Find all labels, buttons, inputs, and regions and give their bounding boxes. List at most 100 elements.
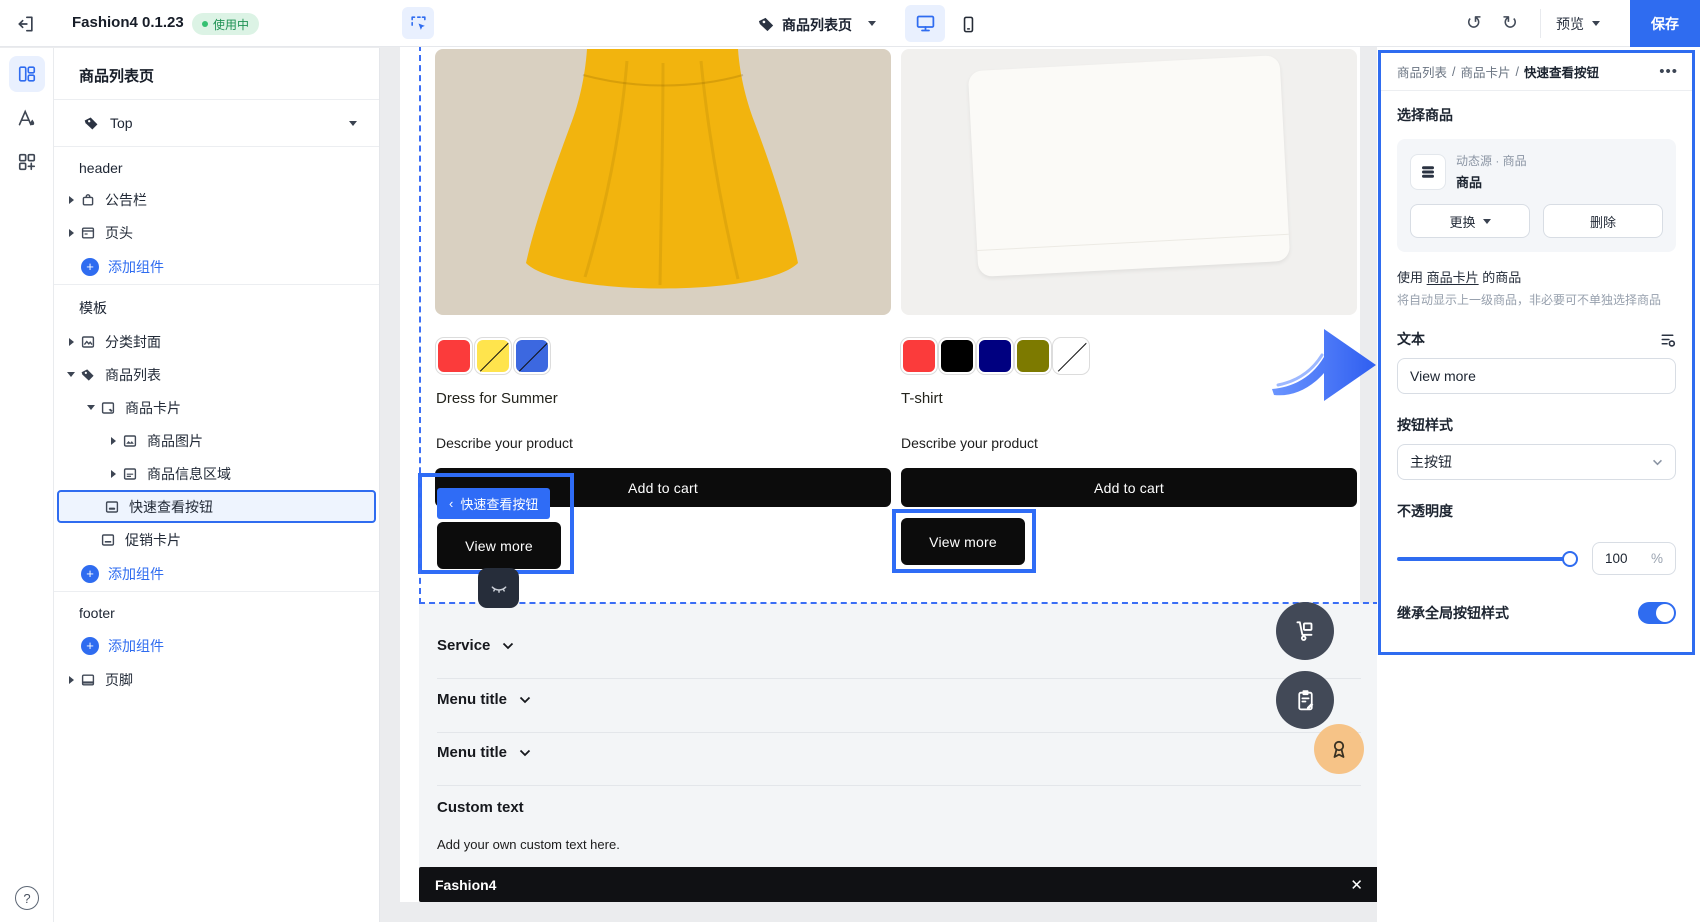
add-to-cart-button[interactable]: Add to cart — [901, 468, 1357, 507]
footer-menu-row[interactable]: Menu title — [437, 691, 531, 708]
selected-component-label: ‹ 快速查看按钮 — [437, 488, 551, 519]
color-swatch[interactable] — [435, 337, 473, 375]
announcement-icon — [80, 192, 96, 208]
preview-canvas: Dress for Summer T-shirt Describe your p… — [381, 45, 1379, 922]
add-component-template-button[interactable]: + 添加组件 — [54, 556, 379, 591]
expand-caret-icon[interactable] — [110, 469, 116, 478]
color-swatch-soldout[interactable] — [513, 337, 551, 375]
hide-component-button[interactable] — [478, 568, 519, 608]
exit-editor-button[interactable] — [12, 10, 40, 38]
footer-menu-row[interactable]: Service — [437, 637, 514, 654]
product-image-dress[interactable] — [435, 49, 891, 315]
product-description: Describe your product — [901, 435, 1038, 451]
mobile-icon — [959, 15, 978, 34]
feedback-float-button[interactable] — [1276, 671, 1334, 729]
typography-theme-icon — [16, 108, 37, 129]
collapse-caret-icon[interactable] — [67, 372, 75, 377]
product-source-card: 动态源 · 商品 商品 更换 删除 — [1397, 139, 1676, 252]
sidebar-item-category-cover[interactable]: 分类封面 — [54, 325, 379, 358]
clipboard-edit-icon — [1293, 688, 1318, 713]
redo-icon: ↻ — [1502, 12, 1518, 34]
inherit-global-style-toggle[interactable] — [1638, 602, 1676, 624]
delivery-float-button[interactable] — [1276, 602, 1334, 660]
opacity-unit: % — [1650, 551, 1663, 566]
panel-title: 商品列表页 — [79, 68, 155, 85]
delete-product-button[interactable]: 删除 — [1543, 204, 1663, 238]
sidebar-item-page-footer[interactable]: 页脚 — [54, 663, 379, 696]
view-more-button[interactable]: View more — [901, 518, 1025, 565]
product-card-link[interactable]: 商品卡片 — [1427, 270, 1479, 285]
sidebar-item-page-header[interactable]: 页头 — [54, 216, 379, 249]
more-options-button[interactable]: ••• — [1659, 63, 1678, 80]
preview-button[interactable]: 预览 — [1556, 0, 1600, 47]
product-info-icon — [122, 466, 138, 482]
sidebar-item-product-list[interactable]: 商品列表 — [54, 358, 379, 391]
opacity-slider[interactable] — [1397, 550, 1578, 567]
preview-caret-icon — [1592, 21, 1600, 26]
expand-caret-icon[interactable] — [68, 675, 74, 684]
sections-tab[interactable] — [8, 56, 45, 92]
sidebar-item-product-card[interactable]: 商品卡片 — [54, 391, 379, 424]
save-button[interactable]: 保存 — [1630, 0, 1700, 47]
theme-styles-tab[interactable] — [9, 100, 45, 136]
top-template-selector[interactable]: Top — [54, 100, 379, 146]
group-label-footer: footer — [79, 605, 115, 621]
chevron-down-icon — [519, 696, 531, 704]
sections-icon — [17, 64, 37, 84]
add-component-footer-button[interactable]: + 添加组件 — [54, 628, 379, 663]
redo-button[interactable]: ↻ — [1496, 9, 1524, 37]
desktop-view-button[interactable] — [905, 5, 945, 42]
expand-caret-icon[interactable] — [68, 228, 74, 237]
promo-card-icon — [100, 532, 116, 548]
divider — [437, 732, 1361, 733]
color-swatch[interactable] — [938, 337, 976, 375]
footer-menu-row[interactable]: Menu title — [437, 744, 531, 761]
collapse-caret-icon[interactable] — [87, 405, 95, 410]
product-image-tshirt[interactable] — [901, 49, 1357, 315]
exit-icon — [16, 14, 36, 34]
dynamic-source-icon[interactable] — [1659, 331, 1676, 348]
expand-caret-icon[interactable] — [68, 337, 74, 346]
color-swatch[interactable] — [976, 337, 1014, 375]
button-text-input[interactable] — [1397, 358, 1676, 394]
product-card-icon — [100, 400, 116, 416]
button-style-select[interactable]: 主按钮 — [1397, 444, 1676, 480]
footer-custom-text: Add your own custom text here. — [437, 837, 620, 852]
color-swatch-soldout[interactable] — [1052, 337, 1090, 375]
view-more-button[interactable]: View more — [437, 522, 561, 569]
product-title: T-shirt — [901, 390, 943, 407]
slider-knob[interactable] — [1562, 550, 1578, 567]
add-component-header-button[interactable]: + 添加组件 — [54, 249, 379, 284]
sidebar-item-promo-card[interactable]: 促销卡片 — [54, 523, 379, 556]
help-button[interactable]: ? — [15, 886, 39, 910]
sidebar-item-product-image[interactable]: 商品图片 — [54, 424, 379, 457]
close-icon[interactable]: ✕ — [1350, 876, 1363, 894]
chevron-left-icon[interactable]: ‹ — [449, 496, 453, 511]
replace-product-button[interactable]: 更换 — [1410, 204, 1530, 238]
mobile-view-button[interactable] — [952, 8, 984, 40]
undo-button[interactable]: ↺ — [1460, 9, 1488, 37]
page-footer-icon — [80, 672, 96, 688]
page-selector[interactable]: 商品列表页 — [782, 15, 852, 35]
expand-caret-icon[interactable] — [68, 195, 74, 204]
inherit-global-style-label: 继承全局按钮样式 — [1397, 605, 1509, 621]
topbar-divider — [1540, 9, 1541, 38]
expand-caret-icon[interactable] — [110, 436, 116, 445]
color-swatch[interactable] — [1014, 337, 1052, 375]
breadcrumb-product-card[interactable]: 商品卡片 — [1461, 62, 1511, 81]
select-cursor-icon — [409, 14, 428, 33]
breadcrumb-product-list[interactable]: 商品列表 — [1397, 62, 1447, 81]
sidebar-item-quick-view-button[interactable]: 快速查看按钮 — [57, 490, 376, 523]
opacity-value-box[interactable]: 100 % — [1592, 542, 1676, 575]
sidebar-item-product-info[interactable]: 商品信息区域 — [54, 457, 379, 490]
select-mode-button[interactable] — [402, 7, 434, 39]
apps-tab[interactable] — [9, 144, 45, 180]
color-swatch-soldout[interactable] — [474, 337, 512, 375]
product-list-tag-icon — [80, 367, 96, 383]
page-tag-icon — [757, 15, 776, 34]
color-swatch[interactable] — [900, 337, 938, 375]
soldout-slash-icon — [1055, 340, 1087, 372]
page-selector-caret-icon[interactable] — [868, 21, 876, 26]
sidebar-item-announcement[interactable]: 公告栏 — [54, 183, 379, 216]
rewards-float-button[interactable] — [1314, 724, 1364, 774]
